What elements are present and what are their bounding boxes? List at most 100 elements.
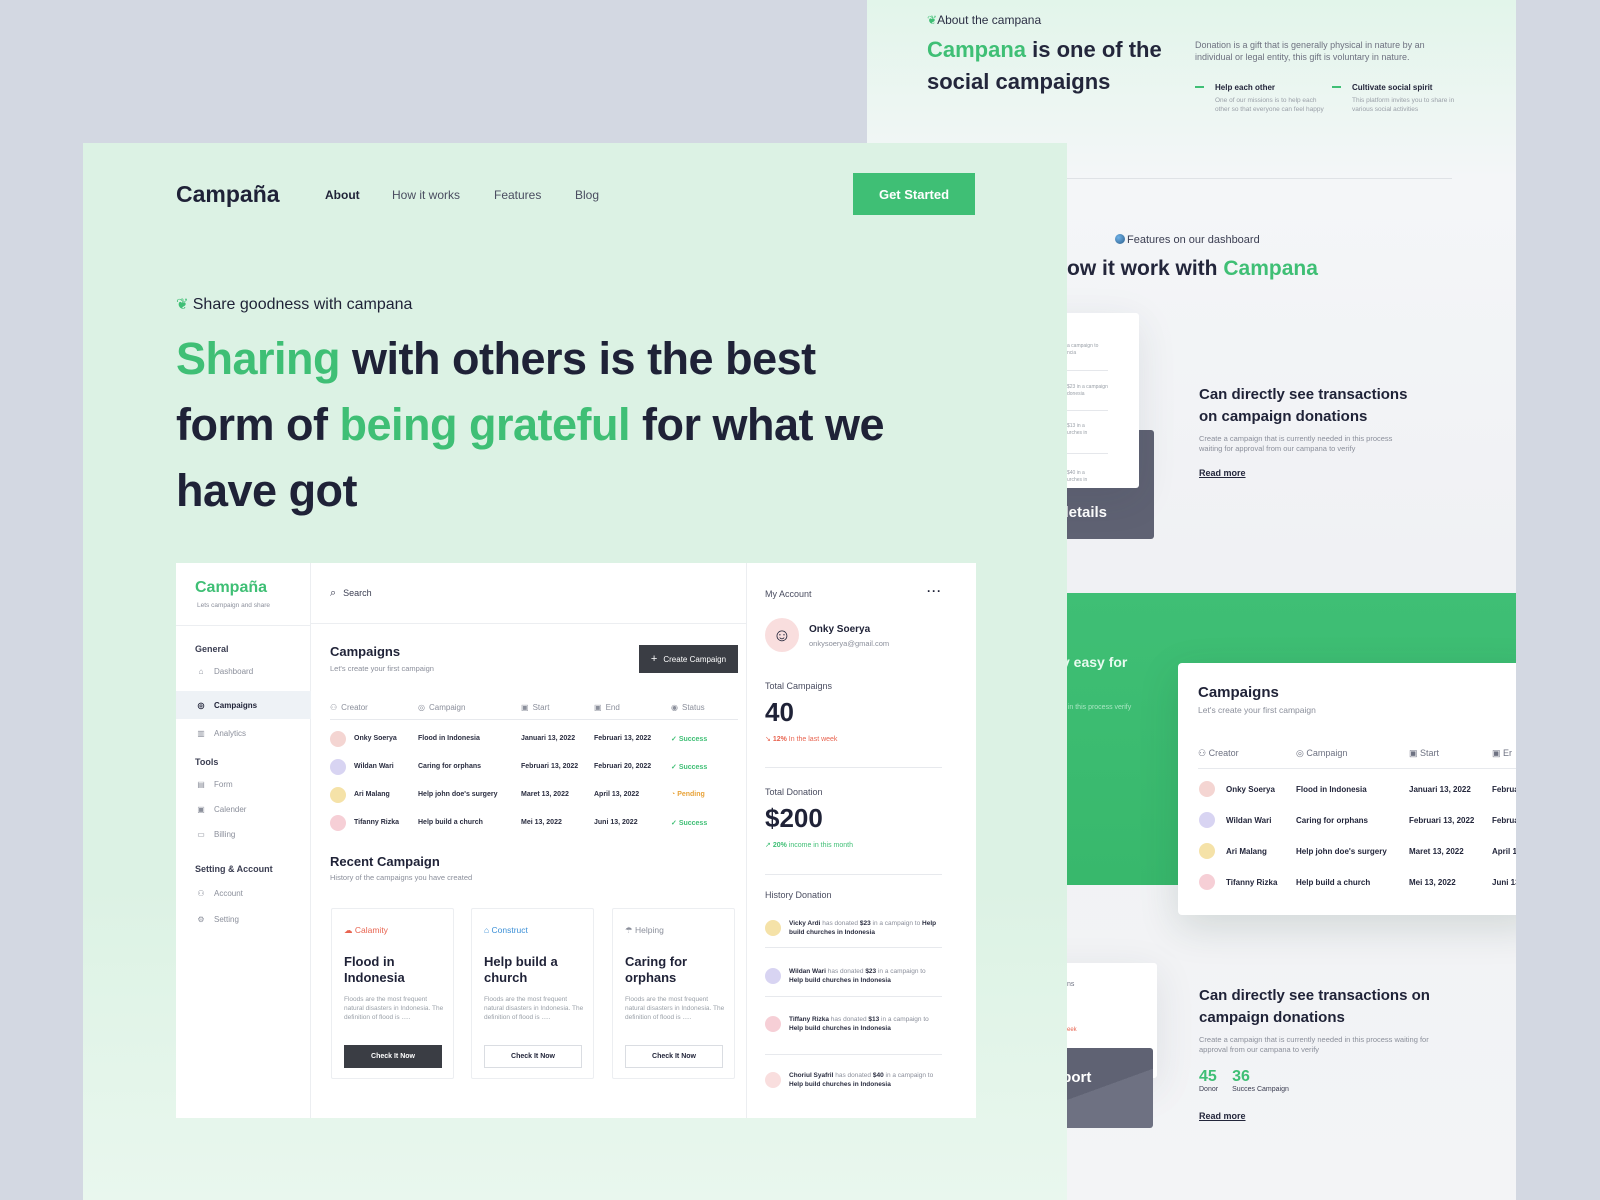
table-row[interactable]: Onky Soerya Flood in Indonesia Januari 1… (330, 728, 738, 750)
get-started-button[interactable]: Get Started (853, 173, 975, 215)
dash-icon (1195, 86, 1204, 88)
building-icon: ⌂ (484, 925, 492, 935)
table-row[interactable]: Wildan Wari Caring for orphans Februari … (330, 756, 738, 778)
sidebar-group-setting: Setting & Account (195, 864, 273, 874)
sidebar-item-dashboard[interactable]: ⌂ Dashboard (176, 657, 311, 685)
sidebar-item-setting[interactable]: ⚙ Setting (176, 905, 311, 933)
status-badge: Pending (677, 791, 705, 798)
avatar (1199, 874, 1215, 890)
check-it-now-button[interactable]: Check It Now (484, 1045, 582, 1068)
total-donation-value: $200 (765, 803, 823, 833)
about-tag: ❦About the campana (927, 13, 1042, 27)
column-header-end: ▣ End (594, 703, 620, 712)
landing-page: Campaña About How it works Features Blog… (83, 143, 1067, 1200)
sidebar-logo[interactable]: Campaña (195, 579, 267, 597)
calendar-icon: ▣ (1409, 748, 1418, 758)
bar-chart-icon: ▥ (197, 728, 205, 738)
sidebar-item-campaigns[interactable]: ◎ Campaigns (176, 691, 311, 719)
status-badge: Success (678, 736, 708, 743)
check-it-now-button[interactable]: Check It Now (625, 1045, 723, 1068)
hero-title: Sharing with others is the best form of … (176, 333, 885, 516)
list-item: Wildan Wari has donated $23 in a campaig… (765, 967, 942, 1003)
avatar (330, 787, 346, 803)
user-icon: ⚇ (1198, 748, 1207, 758)
search-bar[interactable]: ⌕ Search (311, 563, 746, 624)
avatar (330, 759, 346, 775)
nav-features[interactable]: Features (494, 188, 541, 202)
sidebar-item-calender[interactable]: ▣ Calender (176, 795, 311, 823)
more-options-icon[interactable]: ··· (927, 584, 942, 598)
avatar (1199, 781, 1215, 797)
read-more-link[interactable]: Read more (1199, 1111, 1449, 1121)
create-campaign-button[interactable]: + Create Campaign (639, 645, 738, 673)
column-header-status: ◉ Status (671, 703, 705, 712)
dashboard-mockup: Campaña Lets campaign and share General … (176, 563, 976, 1118)
avatar: ☺ (765, 618, 799, 652)
history-donation-label: History Donation (765, 890, 832, 900)
avatar (1199, 812, 1215, 828)
about-description: Donation is a gift that is generally phy… (1195, 40, 1425, 62)
compass-icon: ◎ (1296, 748, 1304, 758)
campaigns-title: Campaigns (330, 644, 401, 659)
sidebar-logo-subtitle: Lets campaign and share (197, 602, 270, 609)
avatar (765, 920, 781, 936)
list-item: Tiffany Rizka has donated $13 in a campa… (765, 1015, 942, 1051)
success-campaign-stat: 36 Succes Campaign (1232, 1068, 1289, 1093)
user-icon: ⚇ (197, 888, 205, 898)
recent-campaign-card: ☂ Helping Caring for orphans Floods are … (612, 908, 735, 1079)
recent-campaign-card: ☁ Calamity Flood in Indonesia Floods are… (331, 908, 454, 1079)
credit-card-icon: ▭ (197, 829, 205, 839)
sidebar: Campaña Lets campaign and share General … (176, 563, 311, 1118)
sidebar-item-form[interactable]: ▤ Form (176, 770, 311, 798)
recent-campaign-subtitle: History of the campaigns you have create… (330, 873, 473, 882)
eye-icon: ◉ (671, 703, 678, 712)
search-input[interactable]: Search (343, 588, 372, 598)
column-header-creator: ⚇ Creator (330, 703, 368, 712)
dashboard-features-title: ow it work with Campana (1067, 257, 1318, 280)
umbrella-icon: ☂ (625, 925, 635, 935)
dashboard-features-tag: Features on our dashboard (1115, 234, 1260, 246)
avatar (1199, 843, 1215, 859)
check-circle-icon: ✓ (671, 736, 679, 743)
plus-icon: + (650, 653, 658, 665)
about-title: Campana is one of the social campaigns (927, 37, 1162, 94)
calendar-icon: ▣ (521, 703, 529, 712)
home-icon: ⌂ (198, 666, 204, 676)
sidebar-item-analytics[interactable]: ▥ Analytics (176, 719, 311, 747)
status-badge: Success (678, 764, 708, 771)
avatar (330, 731, 346, 747)
sprout-icon: ❦ (176, 296, 193, 313)
gear-icon: ⚙ (197, 914, 205, 924)
sidebar-item-account[interactable]: ⚇ Account (176, 879, 311, 907)
brand-logo[interactable]: Campaña (176, 181, 280, 208)
sidebar-group-tools: Tools (195, 757, 219, 767)
avatar (765, 1072, 781, 1088)
nav-how-it-works[interactable]: How it works (392, 188, 460, 202)
account-name: Onky Soerya (809, 624, 871, 635)
section-transactions: Can directly see transactions on campaig… (1199, 384, 1419, 478)
calendar-icon: ▣ (1492, 748, 1501, 758)
campaigns-subtitle: Let's create your first campaign (330, 664, 434, 673)
nav-about[interactable]: About (325, 188, 360, 202)
total-campaigns-value: 40 (765, 697, 794, 727)
sidebar-item-billing[interactable]: ▭ Billing (176, 820, 311, 848)
account-panel: My Account ··· ☺ Onky Soerya onkysoerya@… (746, 563, 976, 1118)
hero-tagline: ❦ Share goodness with campana (176, 296, 413, 313)
donor-stat: 45 Donor (1199, 1068, 1219, 1093)
table-row[interactable]: Tifanny Rizka Help build a church Mei 13… (330, 812, 738, 834)
check-it-now-button[interactable]: Check It Now (344, 1045, 442, 1068)
cloud-icon: ☁ (344, 925, 355, 935)
column-header-campaign: ◎ Campaign (418, 703, 466, 712)
column-header-start: ▣ Start (521, 703, 550, 712)
table-row[interactable]: Ari Malang Help john doe's surgery Maret… (330, 784, 738, 806)
list-item: Choriul Syafril has donated $40 in a cam… (765, 1071, 942, 1107)
feature-help-each-other: Help each other One of our missions is t… (1195, 83, 1325, 114)
calendar-icon: ▣ (197, 804, 205, 814)
check-circle-icon: ✓ (671, 764, 679, 771)
total-donation-label: Total Donation (765, 787, 823, 797)
check-circle-icon: ✓ (671, 820, 679, 827)
calendar-icon: ▣ (594, 703, 602, 712)
nav-blog[interactable]: Blog (575, 188, 599, 202)
campaigns-preview-card: Campaigns Let's create your first campai… (1178, 663, 1516, 915)
read-more-link[interactable]: Read more (1199, 468, 1419, 478)
